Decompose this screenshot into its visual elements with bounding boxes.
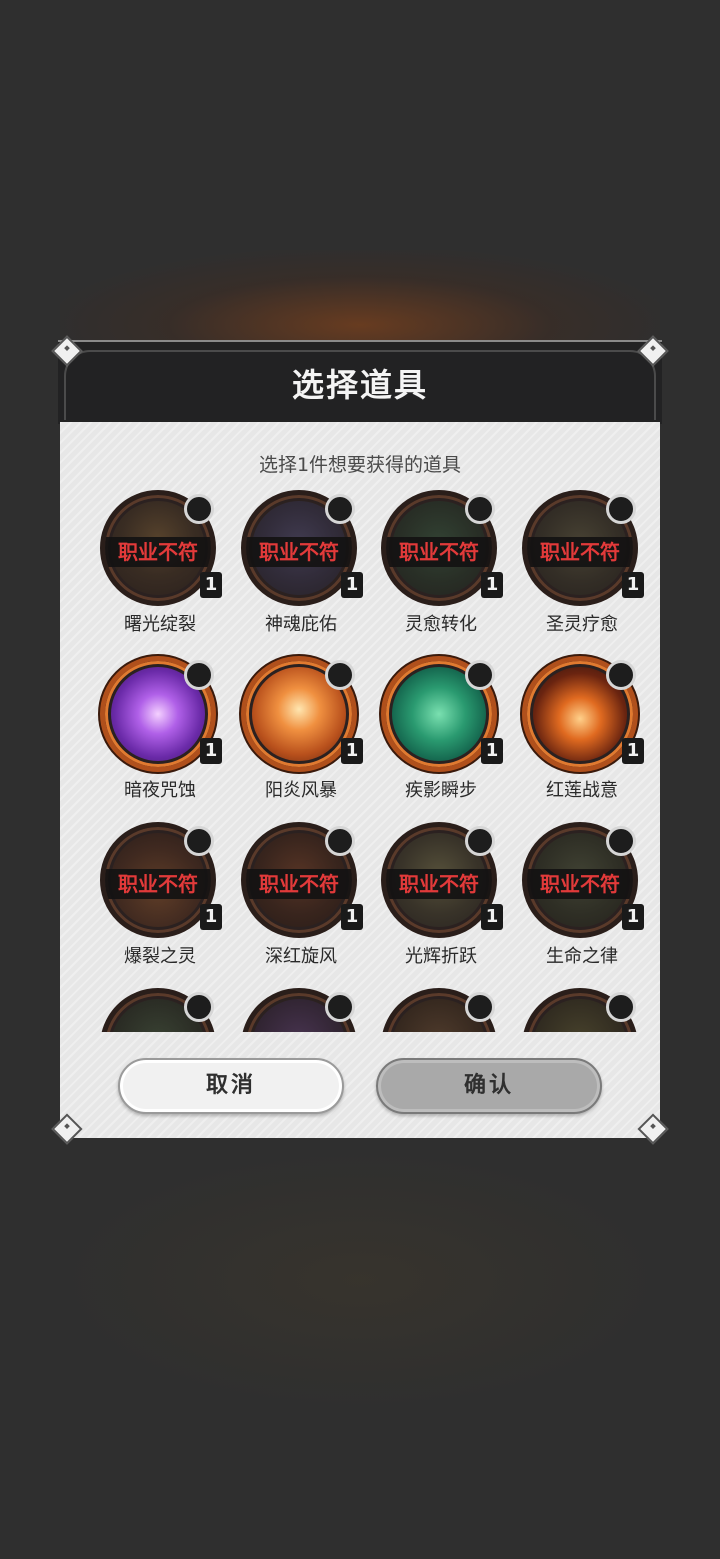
select-checkbox[interactable] (606, 826, 636, 856)
item-card[interactable] (231, 988, 371, 1032)
select-item-dialog: 选择道具 选择1件想要获得的道具 职业不符 1 曙光绽裂 职业不符 1 神魂庇佑… (51, 335, 669, 1145)
background-glow-lower (60, 1150, 660, 1410)
item-name: 爆裂之灵 (124, 946, 196, 967)
item-name: 生命之律 (546, 946, 618, 967)
select-checkbox[interactable] (465, 660, 495, 690)
item-card[interactable]: 职业不符 1 灵愈转化 (371, 490, 511, 650)
select-checkbox[interactable] (606, 992, 636, 1022)
select-checkbox[interactable] (184, 494, 214, 524)
item-card[interactable]: 职业不符 1 爆裂之灵 (90, 822, 230, 982)
item-count: 1 (341, 738, 363, 764)
item-card[interactable]: 1 阳炎风暴 (231, 656, 371, 816)
class-mismatch-label: 职业不符 (246, 869, 352, 899)
item-count: 1 (622, 572, 644, 598)
item-card[interactable]: 职业不符 1 曙光绽裂 (90, 490, 230, 650)
item-card[interactable] (90, 988, 230, 1032)
class-mismatch-label: 职业不符 (105, 537, 211, 567)
item-card[interactable]: 1 疾影瞬步 (371, 656, 511, 816)
item-card[interactable] (512, 988, 652, 1032)
select-checkbox[interactable] (606, 660, 636, 690)
item-count: 1 (481, 572, 503, 598)
item-card[interactable]: 1 暗夜咒蚀 (90, 656, 230, 816)
item-card[interactable]: 1 红莲战意 (512, 656, 652, 816)
select-checkbox[interactable] (465, 826, 495, 856)
item-card[interactable]: 职业不符 1 光辉折跃 (371, 822, 511, 982)
select-checkbox[interactable] (325, 660, 355, 690)
dialog-header: 选择道具 (58, 340, 662, 424)
item-card[interactable]: 职业不符 1 深红旋风 (231, 822, 371, 982)
item-name: 深红旋风 (265, 946, 337, 967)
dialog-subtitle: 选择1件想要获得的道具 (258, 454, 462, 476)
select-checkbox[interactable] (184, 826, 214, 856)
item-card[interactable]: 职业不符 1 圣灵疗愈 (512, 490, 652, 650)
item-name: 神魂庇佑 (265, 614, 337, 635)
item-name: 灵愈转化 (405, 614, 477, 635)
item-count: 1 (200, 572, 222, 598)
confirm-button[interactable]: 确认 (376, 1058, 602, 1114)
item-count: 1 (341, 904, 363, 930)
class-mismatch-label: 职业不符 (246, 537, 352, 567)
select-checkbox[interactable] (465, 992, 495, 1022)
select-checkbox[interactable] (325, 826, 355, 856)
item-name: 暗夜咒蚀 (124, 780, 196, 801)
item-card[interactable]: 职业不符 1 生命之律 (512, 822, 652, 982)
class-mismatch-label: 职业不符 (105, 869, 211, 899)
select-checkbox[interactable] (606, 494, 636, 524)
item-count: 1 (622, 738, 644, 764)
item-count: 1 (200, 904, 222, 930)
select-checkbox[interactable] (465, 494, 495, 524)
select-checkbox[interactable] (325, 494, 355, 524)
item-name: 阳炎风暴 (265, 780, 337, 801)
item-grid[interactable]: 职业不符 1 曙光绽裂 职业不符 1 神魂庇佑 职业不符 1 灵愈转化 职业不符… (60, 490, 660, 1032)
class-mismatch-label: 职业不符 (386, 869, 492, 899)
item-card[interactable]: 职业不符 1 神魂庇佑 (231, 490, 371, 650)
item-name: 红莲战意 (546, 780, 618, 801)
class-mismatch-label: 职业不符 (527, 537, 633, 567)
select-checkbox[interactable] (184, 992, 214, 1022)
class-mismatch-label: 职业不符 (527, 869, 633, 899)
item-count: 1 (622, 904, 644, 930)
item-name: 曙光绽裂 (124, 614, 196, 635)
class-mismatch-label: 职业不符 (386, 537, 492, 567)
item-name: 疾影瞬步 (405, 780, 477, 801)
item-count: 1 (200, 738, 222, 764)
item-count: 1 (481, 738, 503, 764)
select-checkbox[interactable] (184, 660, 214, 690)
item-card[interactable] (371, 988, 511, 1032)
select-checkbox[interactable] (325, 992, 355, 1022)
dialog-body: 选择1件想要获得的道具 职业不符 1 曙光绽裂 职业不符 1 神魂庇佑 职业不符… (60, 422, 660, 1138)
cancel-button[interactable]: 取消 (118, 1058, 344, 1114)
dialog-title: 选择道具 (291, 366, 428, 404)
item-count: 1 (481, 904, 503, 930)
item-name: 光辉折跃 (405, 946, 477, 967)
item-count: 1 (341, 572, 363, 598)
item-name: 圣灵疗愈 (546, 614, 618, 635)
